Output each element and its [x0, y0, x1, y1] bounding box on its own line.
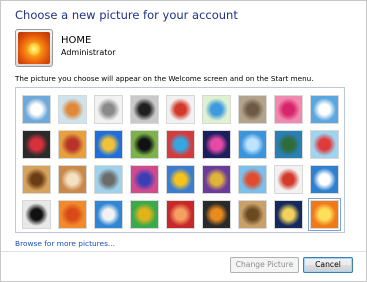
picture-red-pattern[interactable] — [166, 200, 195, 229]
picture-puppy[interactable] — [58, 165, 87, 194]
picture-mountain-lake[interactable] — [274, 130, 303, 159]
picture-fireworks[interactable] — [202, 130, 231, 159]
picture-dogs[interactable] — [130, 130, 159, 159]
account-name: HOME — [61, 35, 92, 46]
account-role: Administrator — [61, 48, 116, 57]
picture-green-window[interactable] — [130, 200, 159, 229]
picture-sunflower[interactable] — [166, 165, 195, 194]
picture-paper-crane[interactable] — [310, 130, 339, 159]
browse-more-pictures-link[interactable]: Browse for more pictures... — [15, 239, 115, 248]
picture-soccer-ball[interactable] — [22, 200, 51, 229]
current-avatar — [15, 29, 53, 67]
picture-grid — [15, 87, 345, 233]
picture-kitten[interactable] — [238, 95, 267, 124]
picture-crayons[interactable] — [166, 130, 195, 159]
dialog-window: Choose a new picture for your account HO… — [0, 0, 367, 282]
picture-blue-circles[interactable] — [22, 95, 51, 124]
avatar-image — [18, 32, 50, 64]
picture-orange-fabric[interactable] — [58, 200, 87, 229]
picture-globe[interactable] — [202, 95, 231, 124]
change-picture-button[interactable]: Change Picture — [230, 257, 299, 273]
picture-ferris-wheel[interactable] — [310, 95, 339, 124]
picture-starfish[interactable] — [58, 95, 87, 124]
picture-guitar-pick[interactable] — [94, 130, 123, 159]
picture-beetle[interactable] — [202, 165, 231, 194]
picture-fabric[interactable] — [130, 165, 159, 194]
picture-colored-blocks[interactable] — [58, 130, 87, 159]
dialog-heading: Choose a new picture for your account — [15, 8, 238, 22]
picture-lucky-cat[interactable] — [166, 95, 195, 124]
picture-orange-flower[interactable] — [308, 198, 341, 231]
picture-pink-flower[interactable] — [274, 95, 303, 124]
picture-description: The picture you choose will appear on th… — [15, 74, 314, 83]
cancel-button[interactable]: Cancel — [303, 257, 353, 273]
picture-acoustic-guitar[interactable] — [22, 165, 51, 194]
footer-divider — [1, 251, 366, 252]
picture-ocean-rock[interactable] — [94, 200, 123, 229]
picture-swirl-ball[interactable] — [22, 130, 51, 159]
picture-spiral-shell[interactable] — [238, 200, 267, 229]
picture-nesting-doll[interactable] — [274, 165, 303, 194]
picture-hot-air-balloon[interactable] — [238, 165, 267, 194]
picture-night-lighthouse[interactable] — [274, 200, 303, 229]
picture-bubbles[interactable] — [238, 130, 267, 159]
picture-vinyl-record[interactable] — [130, 95, 159, 124]
picture-robot[interactable] — [94, 95, 123, 124]
picture-butterfly[interactable] — [202, 200, 231, 229]
picture-sailboat[interactable] — [310, 165, 339, 194]
picture-toy-robot[interactable] — [94, 165, 123, 194]
